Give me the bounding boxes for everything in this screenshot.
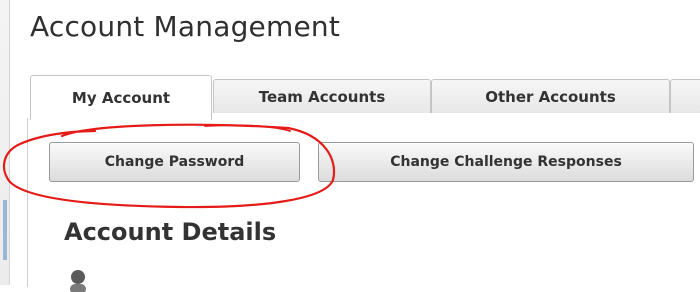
tab-my-account[interactable]: My Account	[30, 75, 212, 120]
tab-label: Team Accounts	[258, 87, 386, 106]
avatar-icon	[70, 270, 86, 292]
page-title: Account Management	[30, 10, 341, 43]
tab-team-accounts[interactable]: Team Accounts	[213, 79, 431, 113]
left-sidebar-edge	[0, 0, 10, 285]
sidebar-accent	[3, 200, 7, 260]
tab-strip: My Account Team Accounts Other Accounts	[30, 72, 700, 120]
tab-other-accounts[interactable]: Other Accounts	[431, 79, 670, 113]
change-password-button[interactable]: Change Password	[49, 142, 300, 182]
change-challenge-responses-button[interactable]: Change Challenge Responses	[318, 142, 694, 182]
tab-label: Other Accounts	[485, 87, 616, 106]
tab-label: My Account	[71, 89, 171, 107]
tab-overflow[interactable]	[670, 79, 700, 113]
section-title: Account Details	[64, 218, 277, 246]
